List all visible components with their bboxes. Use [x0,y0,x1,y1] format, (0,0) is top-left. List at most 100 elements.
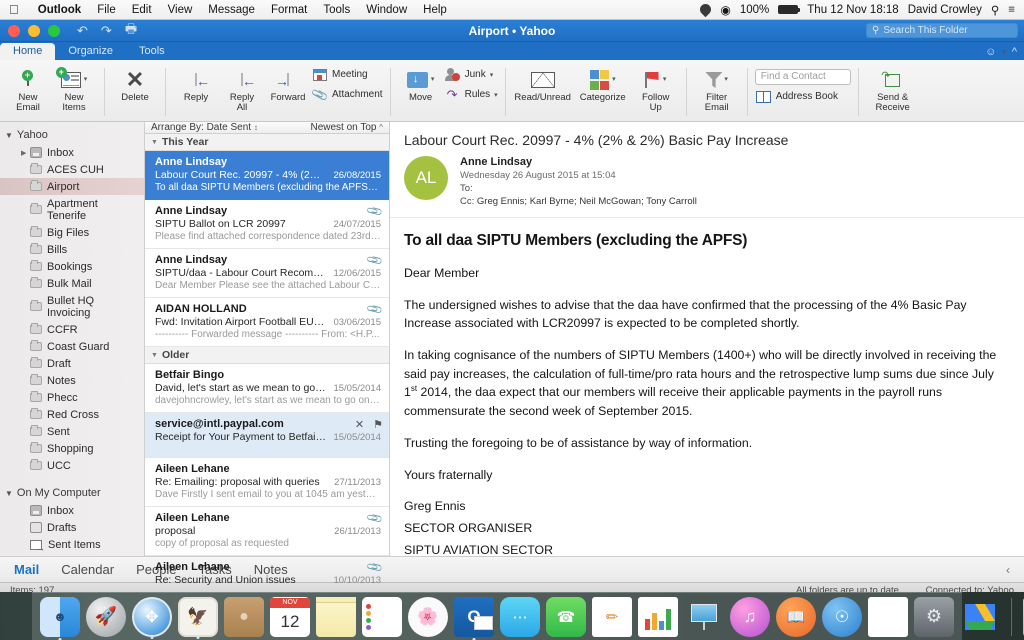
meeting-button[interactable]: Meeting [311,67,383,82]
read-unread-button[interactable]: Read/Unread [513,62,573,103]
print-icon[interactable]: 🖶 [125,20,137,42]
account-header-yahoo[interactable]: ▼ Yahoo [0,126,144,144]
app-store-icon[interactable]: ☉ [822,596,862,637]
reply-button[interactable]: ← Reply [173,62,219,103]
ibooks-icon[interactable]: 📖 [776,596,816,637]
chevron-up-icon[interactable]: ^ [1012,46,1017,58]
launchpad-icon[interactable]: 🚀 [86,596,126,637]
facetime-icon[interactable]: ☎ [546,596,586,637]
folder-sidebar[interactable]: ▼ Yahoo ▶ Inbox ACES CUH Airport Apartme… [0,122,145,556]
new-items-button[interactable]: + ▾ New Items [51,62,97,113]
chevron-down-icon[interactable]: ▾ [490,71,494,79]
tab-home[interactable]: Home [0,43,56,60]
sidebar-item-aces-cuh[interactable]: ACES CUH [0,161,144,178]
sort-order-button[interactable]: Newest on Top ^ [310,122,383,133]
sidebar-item-big-files[interactable]: Big Files [0,224,144,241]
categorize-button[interactable]: ▾ Categorize [573,62,633,103]
sidebar-item-notes[interactable]: Notes [0,372,144,389]
sidebar-item-sent[interactable]: Sent [0,423,144,440]
sidebar-item-bills[interactable]: Bills [0,241,144,258]
keynote-icon[interactable] [684,597,724,637]
menu-item-format[interactable]: Format [263,4,315,16]
sidebar-item-coast-guard[interactable]: Coast Guard [0,338,144,355]
menu-item-help[interactable]: Help [415,4,455,16]
menu-bar-clock[interactable]: Thu 12 Nov 18:18 [807,4,898,16]
flag-icon[interactable]: ⚑ [373,418,383,431]
sidebar-item-bookings[interactable]: Bookings [0,258,144,275]
pages-icon[interactable]: ✏ [592,596,632,637]
delete-button[interactable]: ✕ Delete [112,62,158,103]
sidebar-item-phecc[interactable]: Phecc [0,389,144,406]
module-calendar[interactable]: Calendar [61,562,114,577]
junk-button[interactable]: Junk ▾ [444,67,498,82]
message-list-item[interactable]: Anne Lindsay Labour Court Rec. 20997 - 4… [145,151,389,200]
find-a-contact-input[interactable]: Find a Contact [754,69,851,85]
sidebar-item-deleted-items[interactable]: Deleted Items [0,553,144,557]
account-header-on-my-computer[interactable]: ▼ On My Computer [0,484,144,502]
sidebar-item-draft[interactable]: Draft [0,355,144,372]
forward-button[interactable]: → Forward [265,62,311,103]
chevron-down-icon[interactable]: ▾ [494,91,498,99]
sidebar-item-airport[interactable]: Airport [0,178,144,195]
messages-icon[interactable]: ⋯ [500,596,540,637]
send-receive-button[interactable]: ↷ Send & Receive [866,62,920,113]
chevron-down-icon[interactable]: ▾ [1002,48,1006,56]
message-list-item[interactable]: 📎 AIDAN HOLLAND Fwd: Invitation Airport … [145,298,389,347]
outlook-icon[interactable]: O [454,596,494,640]
message-list-item[interactable]: 📎 Aileen Lehane proposal 26/11/2013 copy… [145,507,389,556]
sidebar-item-ccfr[interactable]: CCFR [0,321,144,338]
message-list-item[interactable]: 📎 Anne Lindsay SIPTU/daa - Labour Court … [145,249,389,298]
message-list[interactable]: Arrange By: Date Sent ↕ Newest on Top ^ … [145,122,390,593]
reply-all-button[interactable]: ← Reply All [219,62,265,113]
itunes-icon[interactable]: ♫ [730,596,770,637]
dropbox-icon[interactable] [698,1,714,18]
sidebar-item-ucc[interactable]: UCC [0,457,144,474]
menu-item-message[interactable]: Message [200,4,263,16]
tab-organize[interactable]: Organize [55,43,126,60]
zoom-button[interactable] [48,24,60,37]
tab-tools[interactable]: Tools [126,43,178,60]
delete-x-icon[interactable]: ✕ [355,418,364,431]
module-mail[interactable]: Mail [14,562,39,577]
attachment-button[interactable]: 📎 Attachment [310,85,383,103]
message-group-header[interactable]: ▼ This Year [145,134,389,151]
move-button[interactable]: ↓ ▾ Move [398,62,444,103]
sidebar-item-local-inbox[interactable]: Inbox [0,502,144,519]
sidebar-item-drafts[interactable]: Drafts [0,519,144,536]
filter-email-button[interactable]: ▾ Filter Email [694,62,740,113]
address-book-button[interactable]: Address Book [755,89,838,104]
sidebar-item-red-cross[interactable]: Red Cross [0,406,144,423]
safari-icon[interactable]: ✥ [132,596,172,639]
preview-icon[interactable]: 🖼 [868,596,908,637]
menu-item-window[interactable]: Window [358,4,415,16]
minimize-button[interactable] [28,24,40,37]
sidebar-item-apartment-tenerife[interactable]: Apartment Tenerife [0,195,144,224]
sidebar-item-shopping[interactable]: Shopping [0,440,144,457]
finder-icon[interactable]: ☻ [40,596,80,640]
notification-center-icon[interactable]: ≡ [1008,4,1015,16]
close-button[interactable] [8,24,20,37]
menu-item-outlook[interactable]: Outlook [30,4,89,16]
message-list-item[interactable]: Betfair Bingo David, let's start as we m… [145,364,389,413]
arrange-by-button[interactable]: Arrange By: Date Sent ↕ [151,122,258,133]
message-list-item[interactable]: Aileen Lehane Re: Emailing: proposal wit… [145,458,389,507]
reminders-icon[interactable] [362,596,402,637]
follow-up-button[interactable]: ▾ Follow Up [633,62,679,113]
calendar-icon[interactable]: NOV 12 [270,596,310,637]
system-preferences-icon[interactable]: ⚙ [914,596,954,637]
chevron-right-icon[interactable]: ▶ [21,149,26,157]
rules-button[interactable]: ↷ Rules ▾ [444,87,498,102]
message-list-item[interactable]: ✕ ⚑ service@intl.paypal.com Receipt for … [145,413,389,458]
smiley-icon[interactable]: ☺ [985,46,996,58]
mail-icon[interactable]: 🦅 [178,596,218,639]
menu-bar-user[interactable]: David Crowley [908,4,982,16]
google-drive-icon[interactable] [960,597,1000,637]
menu-item-edit[interactable]: Edit [124,4,160,16]
sidebar-item-bulk-mail[interactable]: Bulk Mail [0,275,144,292]
photos-icon[interactable]: 🌸 [408,596,448,637]
undo-icon[interactable]: ↶ [77,23,88,39]
menu-item-tools[interactable]: Tools [315,4,358,16]
menu-item-file[interactable]: File [89,4,124,16]
sidebar-item-bullet-hq-invoicing[interactable]: Bullet HQ Invoicing [0,292,144,321]
redo-icon[interactable]: ↷ [101,23,112,39]
